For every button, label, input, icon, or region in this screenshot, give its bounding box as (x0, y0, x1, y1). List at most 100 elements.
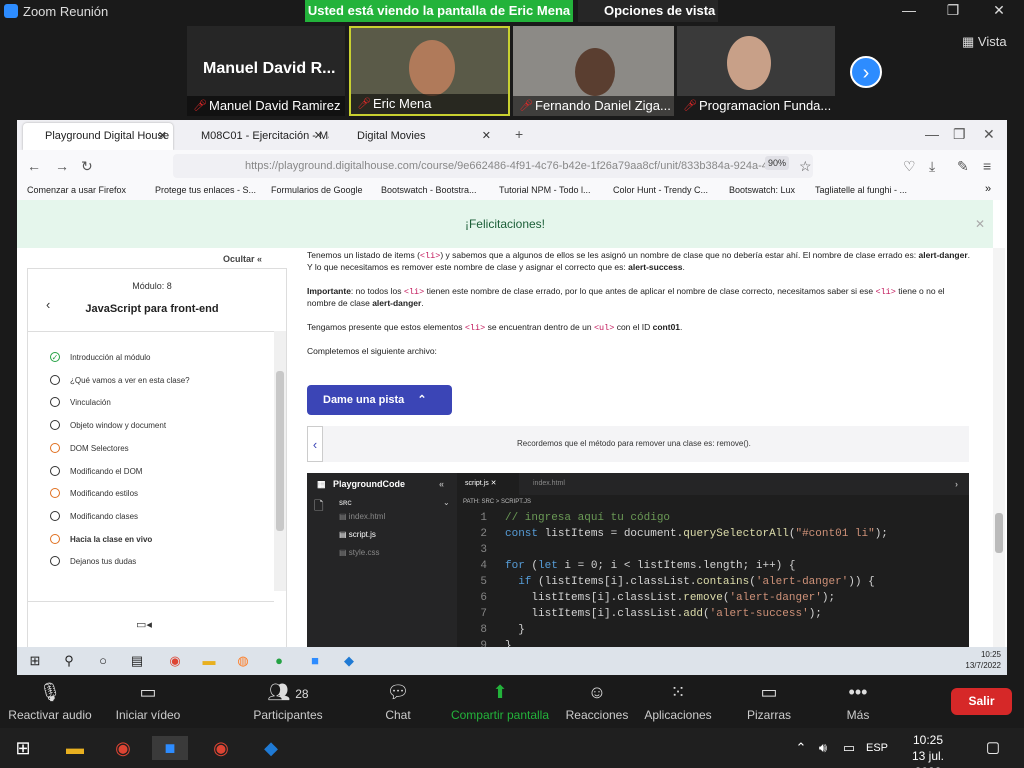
close-tab-icon[interactable]: ✕ (482, 123, 491, 150)
bookmark-item[interactable]: Tutorial NPM - Todo l... (499, 185, 591, 195)
file-item[interactable]: ▤ index.html (339, 511, 385, 522)
bookmark-star-icon[interactable]: ☆ (799, 158, 812, 175)
files-icon[interactable]: 🗋︎ (314, 500, 324, 512)
back-icon[interactable]: ← (27, 158, 41, 174)
zoom-icon[interactable]: ■ (152, 736, 188, 760)
zoom-toolbar: 🎙︎ Reactivar audio ▭ Iniciar vídeo 👥︎ 28 Pa… (0, 676, 1024, 728)
widgets-icon[interactable]: ▤ (129, 653, 145, 669)
maximize-icon[interactable]: ❐ (938, 2, 968, 19)
whatsapp-icon[interactable]: ● (271, 653, 287, 669)
chrome-icon[interactable]: ◉ (110, 736, 136, 760)
file-item-active[interactable]: ▤ script.js (339, 529, 376, 540)
search-icon[interactable]: ⚲ (61, 653, 77, 669)
close-icon[interactable]: ✕ (983, 126, 995, 143)
minimize-icon[interactable]: — (925, 126, 939, 142)
minimize-icon[interactable]: — (894, 2, 924, 18)
chat-button[interactable]: 💬︎ Chat (376, 676, 420, 728)
code-line: if (listItems[i].classList.contains('ale… (518, 576, 875, 588)
more-bookmarks-icon[interactable]: » (985, 183, 991, 195)
close-tab-icon[interactable]: ✕ (158, 123, 167, 150)
collapse-icon[interactable]: « (439, 473, 444, 495)
start-video-button[interactable]: ▭ Iniciar vídeo (108, 676, 188, 728)
vscode-icon[interactable]: ◆ (258, 736, 284, 760)
bookmark-item[interactable]: Protege tus enlaces - S... (155, 185, 256, 195)
close-tab-icon[interactable]: ✕ (314, 123, 323, 150)
participants-button[interactable]: 👥︎ 28 Participantes (250, 676, 326, 728)
leave-button[interactable]: Salir (951, 688, 1012, 715)
folder-icon[interactable]: ▬ (62, 736, 88, 760)
zoom-icon[interactable]: ■ (307, 653, 323, 669)
vscode-icon[interactable]: ◆ (341, 653, 357, 669)
participant-tile[interactable]: Manuel David R... 🎤︎ Manuel David Ramirez (187, 26, 345, 116)
code-editor: ▦ PlaygroundCode « script.js ✕ index.htm… (307, 473, 969, 647)
bookmark-item[interactable]: Tagliatelle al funghi - ... (815, 185, 907, 195)
pocket-icon[interactable]: ♡ (903, 158, 916, 175)
apps-button[interactable]: ⁙ Aplicaciones (642, 676, 714, 728)
participant-tile[interactable]: 🎤︎ Programacion Funda... (677, 26, 835, 116)
menu-icon[interactable]: ≡ (983, 158, 991, 174)
volume-icon[interactable]: 🔊︎ (810, 736, 836, 760)
muted-mic-icon: 🎤︎ (193, 100, 207, 112)
maximize-icon[interactable]: ❐ (953, 126, 966, 143)
code-line: listItems[i].classList.remove('alert-dan… (505, 592, 836, 604)
hint-button[interactable]: Dame una pista ⌃ (307, 385, 452, 415)
page-scrollbar[interactable] (993, 248, 1005, 647)
bookmark-item[interactable]: Bootswatch: Lux (729, 185, 795, 195)
file-item[interactable]: ▤ style.css (339, 547, 379, 558)
download-icon[interactable]: ⤓ (929, 158, 935, 175)
reload-icon[interactable]: ↻ (81, 158, 93, 175)
language-indicator[interactable]: ESP (862, 736, 892, 760)
participant-tile[interactable]: 🎤︎ Eric Mena (349, 26, 510, 116)
windows-taskbar: ⊞ ▬ ◉ ■ ◉ ◆ ⌃ 🔊︎ ▭ ESP 10:2513 jul. 2022… (0, 728, 1024, 768)
share-screen-button[interactable]: ⬆ Compartir pantalla (448, 676, 552, 728)
url-bar[interactable]: https://playground.digitalhouse.com/cour… (173, 154, 813, 178)
close-icon[interactable]: ✕ (984, 2, 1014, 19)
tab-playground[interactable]: Playground Digital House ✕ (23, 123, 173, 150)
firefox-icon[interactable]: ◍ (235, 653, 251, 669)
whiteboards-button[interactable]: ▭ Pizarras (742, 676, 796, 728)
tab-m08c01[interactable]: M08C01 - Ejercitación - Manipu✕ (179, 123, 329, 150)
editor-tab-index[interactable]: index.html (533, 473, 565, 495)
chrome-icon[interactable]: ◉ (208, 736, 234, 760)
code-area[interactable]: 1// ingresa aquí tu código 2 const listIt… (457, 509, 969, 648)
next-participants-button[interactable]: › (850, 56, 882, 88)
hide-sidebar-button[interactable]: Ocultar « (223, 254, 262, 264)
task-view-icon[interactable]: ○ (95, 653, 111, 669)
sidebar-scrollbar[interactable] (274, 331, 286, 591)
new-tab-icon[interactable]: + (515, 126, 523, 142)
bookmark-item[interactable]: Formularios de Google (271, 185, 363, 195)
bookmark-item[interactable]: Comenzar a usar Firefox (27, 185, 126, 195)
tab-digital-movies[interactable]: Digital Movies ✕ (335, 123, 497, 150)
muted-mic-icon: 🎤︎ (683, 100, 697, 112)
chrome-icon[interactable]: ◉ (167, 653, 183, 669)
unmute-button[interactable]: 🎙︎ Reactivar audio (4, 676, 96, 728)
windows-start-icon[interactable]: ⊞ (10, 736, 36, 760)
status-icon (50, 420, 60, 431)
close-banner-icon[interactable]: ✕ (975, 200, 985, 248)
expand-icon[interactable]: › (955, 473, 958, 495)
status-icon (50, 556, 60, 567)
video-camera-icon[interactable]: ▭◂ (136, 618, 152, 631)
reactions-button[interactable]: ☺ Reacciones (564, 676, 630, 728)
participant-tile[interactable]: 🎤︎ Fernando Daniel Ziga... (513, 26, 674, 116)
sidebar-item-label: Introducción al módulo (70, 353, 151, 362)
view-options-button[interactable]: Opciones de vista ⌄ (578, 0, 718, 40)
scrollbar-thumb[interactable] (276, 371, 284, 531)
vista-button[interactable]: ▦ Vista (962, 34, 1007, 50)
scrollbar-thumb[interactable] (995, 513, 1003, 553)
bookmark-item[interactable]: Bootswatch - Bootstra... (381, 185, 477, 195)
forward-icon[interactable]: → (55, 158, 69, 174)
network-icon[interactable]: ▭ (836, 736, 862, 760)
extension-icon[interactable]: ✎ (957, 158, 969, 175)
bookmark-item[interactable]: Color Hunt - Trendy C... (613, 185, 708, 195)
editor-tab-script[interactable]: script.js ✕ (457, 473, 519, 495)
notifications-icon[interactable]: ▢ (980, 736, 1006, 760)
zoom-level[interactable]: 90% (765, 156, 789, 170)
windows-clock[interactable]: 10:2513 jul. 2022 (898, 732, 958, 768)
participants-icon: 👥︎ 28 (267, 682, 309, 702)
hint-prev-icon[interactable]: ‹ (307, 426, 323, 462)
more-button[interactable]: ••• Más (836, 676, 880, 728)
windows-start-icon[interactable]: ⊞ (27, 653, 43, 669)
folder-chevron-icon[interactable]: ⌄ (443, 497, 450, 508)
folder-icon[interactable]: ▬ (201, 653, 217, 669)
